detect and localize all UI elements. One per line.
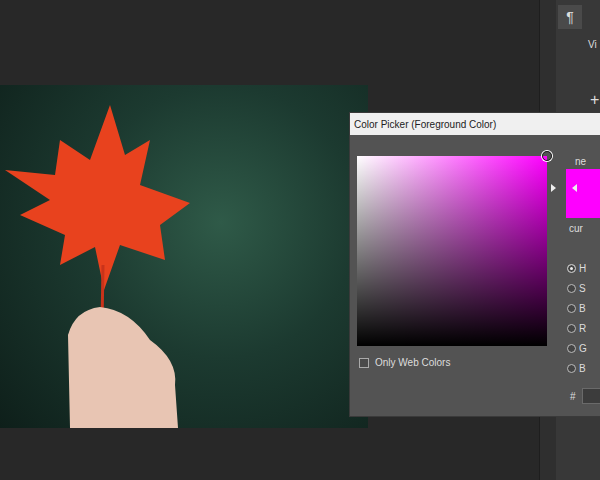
only-web-colors[interactable]: Only Web Colors (357, 357, 547, 368)
mode-radio[interactable]: S (566, 278, 600, 298)
dialog-title-bar[interactable]: Color Picker (Foreground Color) (350, 113, 600, 135)
add-icon[interactable]: + (590, 92, 599, 108)
mode-label: B (579, 363, 586, 374)
color-marker-icon[interactable] (542, 151, 552, 161)
color-picker-dialog: Color Picker (Foreground Color) Only Web … (349, 112, 600, 417)
hue-arrow-right-icon (572, 184, 577, 192)
hex-row: # (566, 388, 600, 404)
dialog-body: Only Web ColorsnecurHSBRGB# (350, 135, 600, 416)
hex-label: # (570, 391, 576, 402)
mode-label: G (579, 343, 587, 354)
mode-label: B (579, 303, 586, 314)
only-web-colors-label: Only Web Colors (375, 357, 450, 368)
only-web-colors-checkbox[interactable] (359, 358, 369, 368)
maple-leaf-photo-icon (0, 85, 368, 428)
radio-icon[interactable] (567, 344, 576, 353)
mode-radio[interactable]: B (566, 358, 600, 378)
panel-label: Vi (588, 39, 597, 50)
color-field[interactable] (357, 156, 547, 346)
document-photo (0, 85, 368, 428)
current-label: cur (566, 223, 600, 235)
radio-icon[interactable] (567, 324, 576, 333)
hue-arrow-left-icon (551, 184, 556, 192)
photoshop-window: ¶ Vi + Color Picker (Foreground Color) Only … (0, 0, 600, 480)
new-color-swatch (566, 169, 600, 218)
mode-radio[interactable]: H (566, 258, 600, 278)
mode-label: H (579, 263, 586, 274)
radio-icon[interactable] (567, 284, 576, 293)
radio-icon[interactable] (567, 304, 576, 313)
values-column: necurHSBRGB# (566, 156, 600, 404)
mode-radio[interactable]: R (566, 318, 600, 338)
paragraph-icon[interactable]: ¶ (558, 5, 582, 29)
radio-icon[interactable] (567, 364, 576, 373)
mode-radio[interactable]: G (566, 338, 600, 358)
mode-list: HSBRGB (566, 258, 600, 378)
radio-icon[interactable] (567, 264, 576, 273)
hex-field[interactable] (582, 388, 600, 404)
picker-column: Only Web Colors (357, 156, 547, 404)
mode-radio[interactable]: B (566, 298, 600, 318)
mode-label: R (579, 323, 586, 334)
new-label: ne (566, 156, 600, 168)
dialog-title: Color Picker (Foreground Color) (354, 119, 496, 130)
mode-label: S (579, 283, 586, 294)
